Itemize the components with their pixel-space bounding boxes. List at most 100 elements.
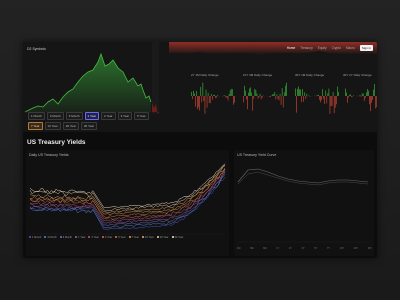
histogram-bar	[281, 88, 283, 96]
histogram-bar	[227, 96, 229, 101]
curve-tick: 3Y	[301, 247, 305, 250]
histogram-bar	[213, 94, 214, 96]
curve-tick: 30Y	[367, 247, 372, 250]
yield-series-line	[29, 164, 226, 212]
histogram-bar	[209, 96, 211, 104]
histogram-bar	[275, 96, 277, 100]
histogram-bar	[337, 86, 338, 96]
histogram-bar	[245, 90, 246, 96]
nav-macro[interactable]: Macro	[346, 46, 355, 50]
histogram-bar	[333, 96, 335, 114]
curve-tick: 3M	[250, 247, 254, 250]
legend-item[interactable]: 3 Year	[101, 236, 112, 239]
histogram-bar	[373, 89, 374, 96]
histogram-bar	[279, 93, 281, 96]
histogram-bar	[202, 82, 204, 96]
histogram-bar	[296, 96, 297, 113]
histogram-bar	[286, 82, 287, 96]
histogram-bar	[259, 93, 261, 96]
range-btn-6m[interactable]: 6 Month	[65, 112, 83, 120]
curve-x-ticks: 1M 3M 6M 1Y 2Y 3Y 5Y 7Y 10Y 20Y 30Y	[237, 247, 372, 250]
histogram-bar	[256, 93, 258, 96]
histogram-bar	[229, 90, 231, 96]
nav-crypto[interactable]: Crypto	[332, 46, 341, 50]
legend-item[interactable]: 1 Month	[29, 236, 41, 239]
legend-item[interactable]: 5 Year	[115, 236, 126, 239]
histogram-bar	[319, 96, 320, 100]
histogram-bar	[371, 96, 372, 103]
curve-tick: 1Y	[276, 247, 280, 250]
range-btn-10y[interactable]: 10 Year	[44, 122, 61, 130]
curve-tick: 7Y	[326, 247, 330, 250]
histogram-bar	[205, 89, 207, 96]
top-nav: Home Treasury Equity Crypto Macro Sign i…	[287, 45, 373, 51]
histogram-bar	[191, 91, 192, 96]
histogram-bar	[253, 96, 255, 99]
histogram-bar	[372, 96, 373, 100]
range-btn-30y[interactable]: 30 Year	[80, 122, 98, 130]
histogram-bar	[251, 92, 252, 96]
legend-item[interactable]: 3 Month	[44, 236, 57, 239]
histogram-bar	[228, 93, 230, 96]
section-title: US Treasury Yields	[27, 139, 86, 146]
histogram-bar	[269, 96, 270, 97]
histogram-bar	[231, 89, 233, 96]
histogram-bar	[277, 96, 279, 99]
curve-tick: 5Y	[314, 247, 318, 250]
histogram-bar	[207, 92, 209, 96]
histogram-bar	[321, 96, 322, 101]
histogram-bar	[278, 96, 280, 101]
histogram-bar	[274, 92, 276, 96]
histogram-bar	[250, 87, 251, 96]
range-btn-1y[interactable]: 1 Year	[84, 112, 100, 120]
histogram-bar	[300, 89, 301, 96]
histogram-bar	[367, 89, 368, 96]
nav-equity[interactable]: Equity	[318, 46, 327, 50]
app-title: D2 Symbols	[27, 47, 46, 51]
legend-item[interactable]: 6 Month	[59, 236, 72, 239]
range-btn-7y[interactable]: 7 Year	[28, 122, 43, 130]
histogram-bar	[234, 96, 235, 103]
range-btn-3m[interactable]: 3 Month	[46, 112, 64, 120]
histogram-bar	[215, 96, 216, 99]
histogram-bar	[352, 96, 353, 97]
histogram-bar	[192, 96, 193, 100]
histogram-bar	[258, 96, 260, 98]
histogram-bar	[347, 96, 348, 103]
histogram-bar	[345, 88, 346, 96]
histogram-bar	[303, 96, 304, 102]
histogram-bar	[224, 95, 226, 96]
histogram-bar	[328, 88, 330, 96]
nav-treasury[interactable]: Treasury	[300, 46, 312, 50]
histogram-bar	[203, 96, 205, 102]
histogram-bar	[201, 96, 203, 103]
range-btn-2y[interactable]: 2 Year	[101, 112, 116, 120]
histogram-bar	[272, 94, 273, 96]
legend-item[interactable]: 30 Year	[171, 236, 183, 239]
legend-item[interactable]: 7 Year	[128, 236, 139, 239]
legend-item[interactable]: 20 Year	[156, 236, 169, 239]
sign-in-button[interactable]: Sign in	[359, 45, 373, 51]
histogram-bar	[208, 96, 210, 104]
histogram-bar	[261, 96, 263, 98]
histogram-bar	[331, 96, 333, 106]
nav-home[interactable]: Home	[287, 46, 296, 50]
histogram-bar	[297, 88, 298, 96]
histogram-bar	[216, 96, 217, 98]
range-btn-1m[interactable]: 1 Month	[28, 112, 45, 120]
histogram-bar	[255, 90, 257, 96]
range-btn-3y[interactable]: 3 Year	[117, 112, 133, 120]
histogram-bar	[244, 85, 245, 96]
legend-item[interactable]: 10 Year	[141, 236, 154, 239]
range-btn-20y[interactable]: 20 Year	[62, 122, 79, 130]
histogram-bar	[270, 96, 271, 98]
histogram-bar	[243, 96, 244, 103]
yield-curve-line-2	[237, 171, 369, 186]
legend-item[interactable]: 1 Year	[75, 236, 85, 239]
legend-item[interactable]: 2 Year	[88, 236, 99, 239]
histogram-bar	[366, 92, 367, 96]
daily-change-histograms	[191, 82, 377, 114]
range-btn-5y[interactable]: 5 Year	[134, 112, 149, 120]
histogram-bar	[304, 92, 306, 96]
histogram-bar	[361, 93, 363, 96]
